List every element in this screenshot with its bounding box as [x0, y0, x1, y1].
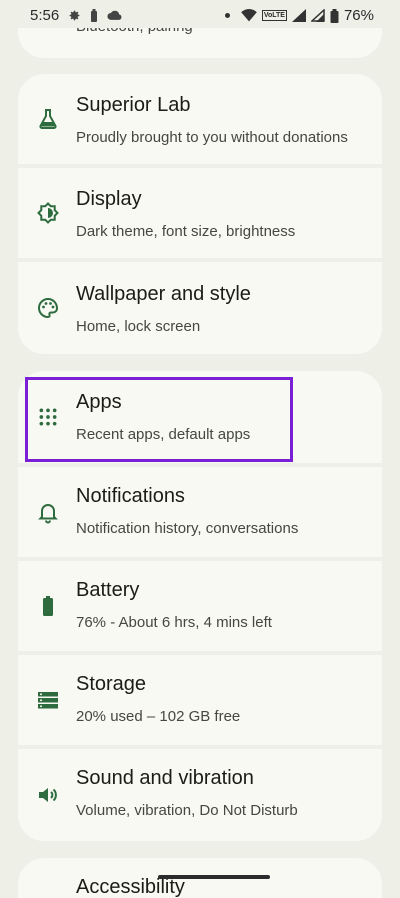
- palette-icon: [38, 297, 59, 319]
- battery-subtitle: 76% - About 6 hrs, 4 mins left: [76, 614, 272, 631]
- sound-subtitle: Volume, vibration, Do Not Disturb: [76, 802, 298, 819]
- settings-item-display[interactable]: Display Dark theme, font size, brightnes…: [18, 168, 382, 258]
- settings-item-sound[interactable]: Sound and vibration Volume, vibration, D…: [18, 749, 382, 841]
- wallpaper-subtitle: Home, lock screen: [76, 318, 201, 335]
- settings-item-battery[interactable]: Battery 76% - About 6 hrs, 4 mins left: [18, 561, 382, 651]
- gesture-navigation-bar[interactable]: [158, 875, 270, 879]
- superior-lab-title: Superior Lab: [76, 94, 191, 116]
- notifications-title: Notifications: [76, 485, 185, 507]
- display-subtitle: Dark theme, font size, brightness: [76, 223, 296, 240]
- storage-icon: [38, 692, 58, 709]
- brightness-icon: [37, 202, 59, 224]
- display-title: Display: [76, 188, 142, 210]
- storage-subtitle: 20% used – 102 GB free: [76, 708, 241, 725]
- battery-title: Battery: [76, 579, 140, 601]
- storage-title: Storage: [76, 673, 147, 695]
- flask-icon: [39, 109, 57, 129]
- apps-highlight-box: [25, 377, 293, 462]
- volume-icon: [39, 788, 57, 802]
- settings-item-wallpaper[interactable]: Wallpaper and style Home, lock screen: [18, 262, 382, 354]
- accessibility-title: Accessibility: [76, 876, 185, 898]
- wallpaper-title: Wallpaper and style: [76, 283, 251, 305]
- settings-item-notifications[interactable]: Notifications Notification history, conv…: [18, 467, 382, 557]
- sound-title: Sound and vibration: [76, 767, 254, 789]
- battery-icon: [43, 596, 53, 616]
- settings-item-storage[interactable]: Storage 20% used – 102 GB free: [18, 655, 382, 745]
- settings-item-superior-lab[interactable]: Superior Lab Proudly brought to you with…: [18, 74, 382, 164]
- bell-icon: [38, 504, 58, 524]
- notifications-subtitle: Notification history, conversations: [76, 520, 299, 537]
- superior-lab-subtitle: Proudly brought to you without donations: [76, 129, 348, 146]
